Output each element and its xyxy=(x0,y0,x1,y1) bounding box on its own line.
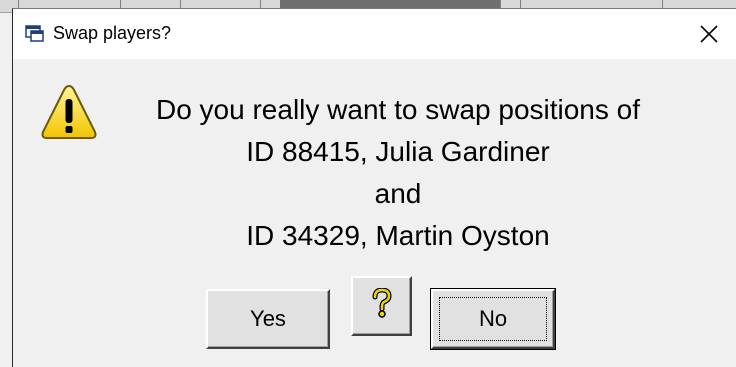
close-button[interactable] xyxy=(682,9,736,59)
window-app-icon xyxy=(25,23,45,43)
message-line: ID 88415, Julia Gardiner xyxy=(246,136,550,167)
help-question-icon xyxy=(371,287,393,324)
help-button[interactable] xyxy=(351,276,412,336)
message-line: and xyxy=(374,178,422,209)
close-icon xyxy=(699,24,719,44)
message-line: ID 34329, Martin Oyston xyxy=(246,220,550,251)
dialog-title: Swap players? xyxy=(53,23,172,43)
warning-icon xyxy=(39,82,99,142)
dialog-content: Do you really want to swap positions of … xyxy=(13,59,736,367)
screen: Swap players? Do you really want to swap… xyxy=(0,0,736,367)
no-button-label: No xyxy=(478,306,508,331)
no-button[interactable]: No xyxy=(430,288,556,350)
yes-button[interactable]: Yes xyxy=(206,289,330,349)
message-line: Do you really want to swap positions of xyxy=(155,94,641,125)
swap-players-dialog: Swap players? Do you really want to swap… xyxy=(12,8,736,367)
yes-button-label: Yes xyxy=(250,306,286,331)
dialog-titlebar[interactable]: Swap players? xyxy=(13,9,736,59)
dialog-message: Do you really want to swap positions of … xyxy=(103,89,693,257)
